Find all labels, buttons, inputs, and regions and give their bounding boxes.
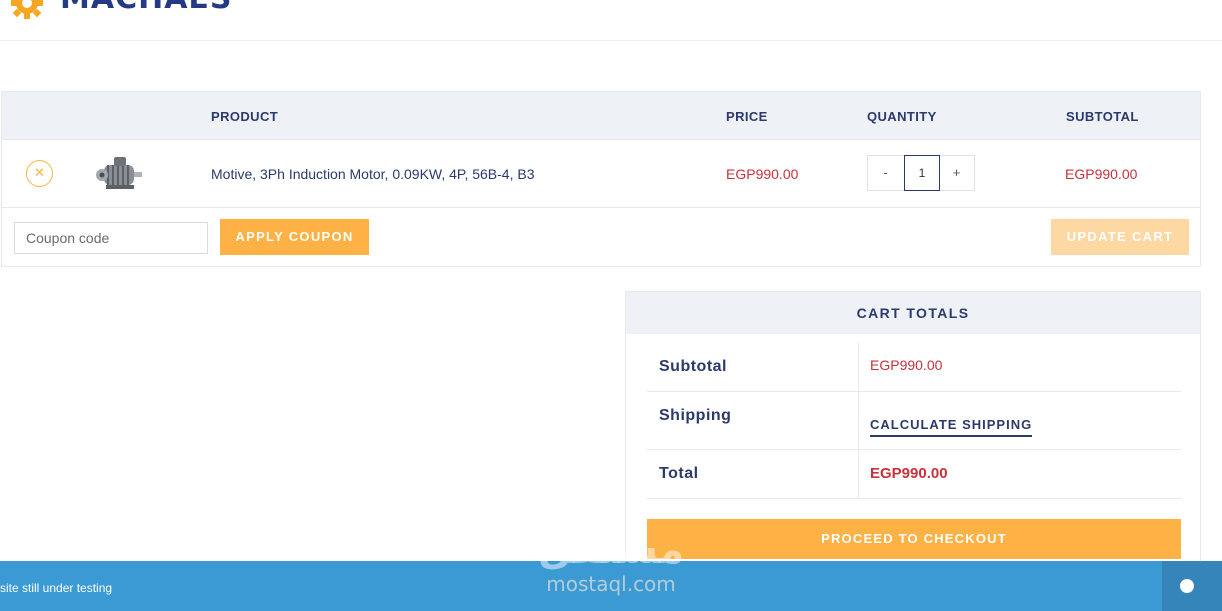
column-header-product: PRODUCT: [211, 109, 279, 124]
divider: [858, 392, 859, 449]
total-label: Total: [659, 465, 699, 482]
remove-item-button[interactable]: ✕: [26, 160, 53, 187]
shipping-label: Shipping: [659, 407, 732, 424]
watermark-latin-text: mostaql.com: [546, 572, 676, 596]
apply-coupon-button[interactable]: APPLY COUPON: [220, 219, 369, 255]
totals-row-subtotal: Subtotal EGP990.00: [647, 342, 1181, 392]
cart-table-header: PRODUCT PRICE QUANTITY SUBTOTAL: [2, 92, 1200, 140]
cart-item-row: ✕ Motive, 3Ph Induction Motor, 0.09KW, 4…: [2, 140, 1200, 208]
calculate-shipping-link[interactable]: CALCULATE SHIPPING: [870, 417, 1033, 437]
subtotal-value: EGP990.00: [870, 357, 943, 373]
quantity-stepper: - 1 +: [867, 155, 975, 191]
site-header: MACHAES: [0, 0, 1222, 41]
divider: [858, 450, 859, 498]
item-subtotal: EGP990.00: [1065, 166, 1138, 182]
watermark: مستقل mostaql.com: [536, 528, 686, 598]
divider: [858, 342, 859, 391]
update-cart-button[interactable]: UPDATE CART: [1051, 219, 1189, 255]
cart-totals-title: CART TOTALS: [626, 292, 1200, 334]
total-value: EGP990.00: [870, 465, 948, 482]
subtotal-label: Subtotal: [659, 358, 727, 375]
column-header-price: PRICE: [726, 109, 768, 124]
product-price: EGP990.00: [726, 166, 799, 182]
cart-table: PRODUCT PRICE QUANTITY SUBTOTAL ✕ Motive…: [1, 91, 1201, 267]
proceed-to-checkout-button[interactable]: PROCEED TO CHECKOUT: [647, 519, 1181, 559]
coupon-code-input[interactable]: [14, 222, 208, 254]
totals-row-total: Total EGP990.00: [647, 450, 1181, 499]
totals-row-shipping: Shipping CALCULATE SHIPPING: [647, 392, 1181, 450]
banner-dismiss-tab[interactable]: [1162, 561, 1222, 611]
watermark-arabic-text: مستقل: [537, 527, 685, 573]
quantity-input[interactable]: 1: [904, 155, 940, 191]
site-logo-text[interactable]: MACHAES: [60, 0, 233, 16]
column-header-quantity: QUANTITY: [867, 109, 937, 124]
banner-text: site still under testing: [0, 581, 113, 595]
product-thumbnail[interactable]: [94, 153, 146, 195]
dismiss-icon: [1180, 579, 1194, 593]
product-name-link[interactable]: Motive, 3Ph Induction Motor, 0.09KW, 4P,…: [211, 166, 534, 182]
close-icon: ✕: [34, 165, 45, 180]
quantity-decrease-button[interactable]: -: [868, 156, 903, 190]
gear-logo-icon: [11, 0, 43, 19]
quantity-increase-button[interactable]: +: [939, 156, 974, 190]
column-header-subtotal: SUBTOTAL: [1066, 109, 1139, 124]
